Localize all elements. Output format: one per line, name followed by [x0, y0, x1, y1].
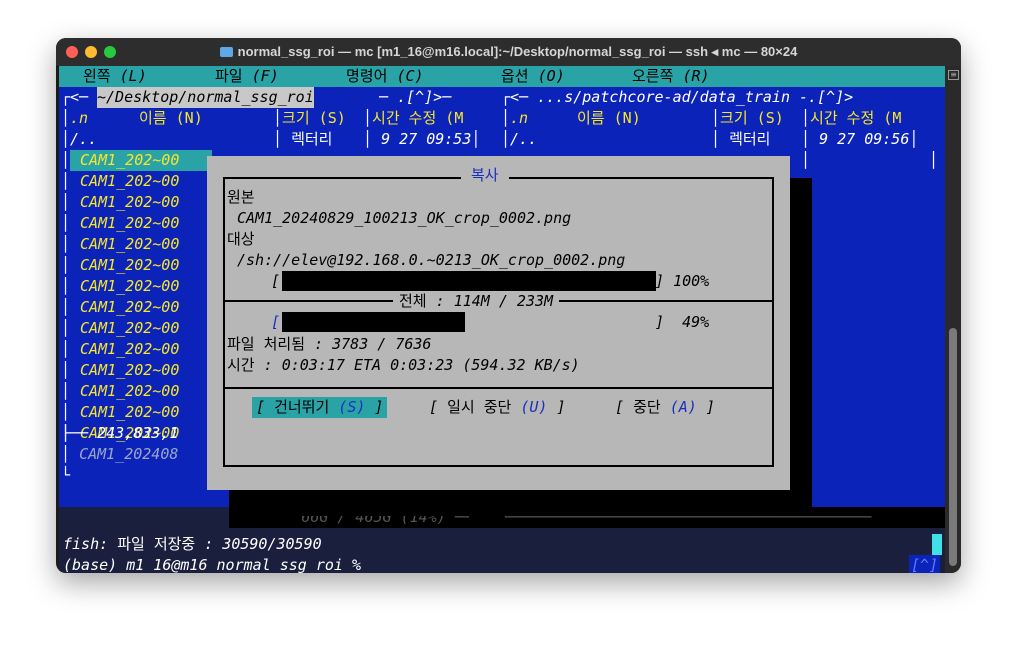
- menu-options[interactable]: 옵션 (O): [501, 66, 565, 87]
- suspend-button[interactable]: [ 일시 중단 (U) ]: [429, 397, 565, 418]
- history-hint[interactable]: [^]: [909, 555, 941, 573]
- file-progress-text: ] 100%: [655, 272, 710, 290]
- right-col-name[interactable]: 이름 (N): [577, 108, 641, 129]
- left-file-row[interactable]: │ CAM1_202~00: [61, 255, 179, 276]
- total-progress-bar: [282, 312, 465, 332]
- menu-command[interactable]: 명령어 (C): [346, 66, 424, 87]
- left-file-row[interactable]: │ CAM1_202~00: [61, 213, 179, 234]
- source-label: 원본: [227, 188, 255, 206]
- left-file-row[interactable]: │ CAM1_202~00: [61, 402, 179, 423]
- right-panel-edge: │: [929, 151, 939, 169]
- source-value: CAM1_20240829_100213_OK_crop_0002.png: [237, 209, 572, 227]
- left-col-n[interactable]: │.n: [61, 108, 88, 129]
- terminal-window: normal_ssg_roi — mc [m1_16@m16.local]:~/…: [56, 38, 961, 573]
- time-info: 시간 : 0:03:17 ETA 0:03:23 (594.32 KB/s): [227, 356, 580, 374]
- left-panel-corner: ┌<─: [61, 88, 89, 106]
- total-label: 전체 : 114M / 233M: [393, 291, 560, 312]
- left-status-file: │ CAM1_202408: [61, 445, 179, 463]
- left-updir[interactable]: │/..: [61, 129, 97, 150]
- left-file-row[interactable]: │ CAM1_202~00: [61, 150, 213, 171]
- left-panel-path[interactable]: ~/Desktop/normal_ssg_roi: [97, 87, 314, 108]
- target-label: 대상: [227, 230, 255, 248]
- console-line-1: fish: 파일 저장중 : 30590/30590: [63, 535, 322, 553]
- files-processed: 파일 처리됨 : 3783 / 7636: [227, 335, 432, 353]
- abort-button[interactable]: [ 중단 (A) ]: [615, 397, 715, 418]
- right-col-size[interactable]: │크기 (S): [711, 108, 784, 129]
- copy-dialog: 복사 원본 CAM1_20240829_100213_OK_crop_0002.…: [207, 156, 790, 490]
- left-summary: ├── 243,833,1: [61, 424, 179, 442]
- right-col-time[interactable]: │시간 수정 (M: [801, 108, 901, 129]
- left-file-row[interactable]: │ CAM1_202~00: [61, 276, 179, 297]
- left-file-row[interactable]: │ CAM1_202~00: [61, 339, 179, 360]
- command-prompt[interactable]: (base) m1_16@m16 normal_ssg_roi %: [63, 555, 361, 573]
- mc-menubar: 왼쪽 (L) 파일 (F) 명령어 (C) 옵션 (O) 오른쪽 (R): [59, 66, 945, 87]
- right-updir[interactable]: │/..: [501, 129, 537, 150]
- scrollbar-thumb[interactable]: [949, 328, 957, 566]
- left-file-row[interactable]: │ CAM1_202~00: [61, 171, 179, 192]
- folder-icon: [219, 47, 233, 57]
- target-value: /sh://elev@192.168.0.~0213_OK_crop_0002.…: [237, 251, 626, 269]
- window-title-text: normal_ssg_roi — mc [m1_16@m16.local]:~/…: [237, 44, 798, 59]
- right-updir-time: │ 9 27 09:56│: [801, 130, 919, 148]
- buttons-separator: [223, 387, 774, 389]
- right-col-divider: │: [801, 151, 811, 169]
- left-col-name[interactable]: 이름 (N): [139, 108, 203, 129]
- window-title: normal_ssg_roi — mc [m1_16@m16.local]:~/…: [56, 44, 961, 60]
- left-panel-bottom: └: [61, 466, 71, 484]
- terminal-cursor: [932, 534, 942, 555]
- left-file-row[interactable]: │ CAM1_202~00: [61, 234, 179, 255]
- left-file-row[interactable]: │ CAM1_202~00: [61, 381, 179, 402]
- skip-button[interactable]: [ 건너뛰기 (S) ]: [252, 397, 388, 418]
- file-progress-bracket-left: [: [271, 272, 281, 290]
- left-panel-history[interactable]: ─ .[^]>─: [379, 87, 451, 108]
- right-panel-path[interactable]: ┌<─ ...s/patchcore-ad/data_train -.[^]>: [501, 87, 853, 108]
- left-col-time[interactable]: │시간 수정 (M: [363, 108, 463, 129]
- total-progress-bracket-left: [: [271, 313, 281, 331]
- scrollbar-menu-icon[interactable]: ≡: [948, 70, 959, 80]
- left-file-row[interactable]: │ CAM1_202~00: [61, 318, 179, 339]
- terminal-screen[interactable]: 왼쪽 (L) 파일 (F) 명령어 (C) 옵션 (O) 오른쪽 (R) ┌<─…: [59, 66, 945, 573]
- left-file-row[interactable]: │ CAM1_202~00: [61, 360, 179, 381]
- left-col-size[interactable]: │크기 (S): [273, 108, 346, 129]
- left-file-row[interactable]: │ CAM1_202~00: [61, 297, 179, 318]
- menu-right[interactable]: 오른쪽 (R): [632, 66, 710, 87]
- terminal-scrollbar[interactable]: ≡: [945, 66, 961, 573]
- menu-file[interactable]: 파일 (F): [215, 66, 279, 87]
- file-progress-bar: [282, 271, 656, 291]
- right-col-n[interactable]: │.n: [501, 108, 528, 129]
- right-updir-size: │ 렉터리: [711, 130, 771, 148]
- left-updir-size: │ 렉터리: [273, 130, 333, 148]
- left-updir-time: │ 9 27 09:53│: [363, 130, 481, 148]
- total-progress-text: ] 49%: [655, 313, 710, 331]
- left-file-row[interactable]: │ CAM1_202~00: [61, 192, 179, 213]
- title-bar: normal_ssg_roi — mc [m1_16@m16.local]:~/…: [56, 38, 961, 67]
- dialog-title: 복사: [461, 165, 509, 186]
- menu-left[interactable]: 왼쪽 (L): [83, 66, 147, 87]
